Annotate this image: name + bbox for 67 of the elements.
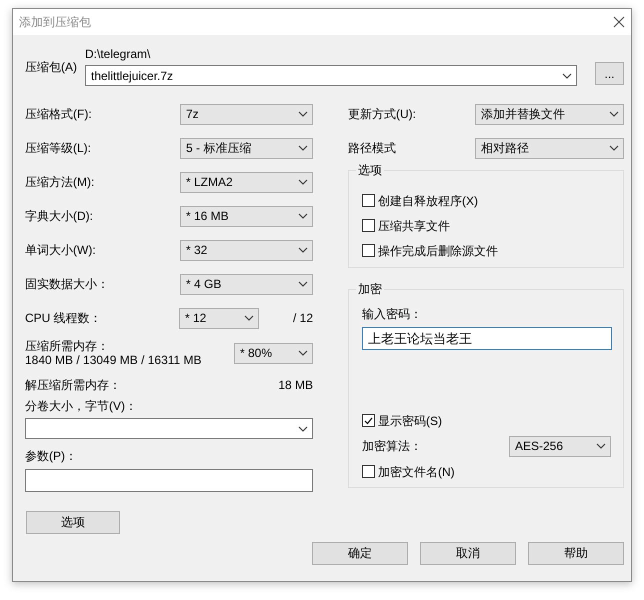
checkbox[interactable] bbox=[362, 194, 375, 207]
chevron-down-icon bbox=[298, 179, 308, 185]
thread-max-text: / 12 bbox=[292, 311, 313, 325]
checkbox-label: 压缩共享文件 bbox=[378, 218, 450, 232]
field-label: 固实数据大小： bbox=[25, 277, 109, 291]
dropdown[interactable]: * 12 bbox=[178, 308, 259, 328]
dialog-button[interactable]: 取消 bbox=[420, 542, 516, 565]
dropdown[interactable]: * LZMA2 bbox=[180, 172, 313, 192]
chevron-down-icon bbox=[298, 350, 308, 356]
volume-size-combo[interactable] bbox=[25, 418, 313, 439]
dropdown[interactable]: * 4 GB bbox=[180, 274, 313, 294]
field-label: 分卷大小，字节(V)： bbox=[25, 399, 138, 413]
dropdown[interactable]: 7z bbox=[180, 104, 313, 124]
checkbox-label: 创建自释放程序(X) bbox=[378, 194, 478, 208]
dropdown[interactable]: 添加并替换文件 bbox=[475, 104, 624, 124]
path-text: D:\telegram\ bbox=[85, 47, 152, 61]
checkbox[interactable] bbox=[362, 219, 375, 232]
chevron-down-icon bbox=[609, 111, 619, 117]
field-label: 字典大小(D): bbox=[25, 209, 93, 223]
field-label: 压缩所需内存： bbox=[25, 339, 110, 353]
chevron-down-icon bbox=[298, 281, 308, 287]
field-label: 输入密码： bbox=[362, 307, 423, 321]
options-button[interactable]: 选项 bbox=[26, 511, 120, 534]
checkbox[interactable] bbox=[362, 244, 375, 257]
browse-button[interactable]: ... bbox=[595, 62, 624, 85]
chevron-down-icon bbox=[244, 315, 254, 321]
group-title: 加密 bbox=[356, 282, 384, 296]
field-label: 单词大小(W): bbox=[25, 243, 96, 257]
dropdown[interactable]: * 80% bbox=[234, 342, 313, 364]
password-field[interactable]: 上老王论坛当老王 bbox=[362, 327, 612, 350]
parameters-field[interactable] bbox=[25, 469, 313, 492]
field-label: 参数(P)： bbox=[25, 449, 78, 463]
checkbox[interactable] bbox=[362, 465, 375, 478]
field-label: 解压缩所需内存： bbox=[25, 378, 121, 392]
checkbox[interactable] bbox=[362, 414, 375, 427]
chevron-down-icon bbox=[609, 145, 619, 151]
memory-usage-text: 1840 MB / 13049 MB / 16311 MB bbox=[25, 353, 202, 367]
field-label: CPU 线程数： bbox=[25, 311, 102, 325]
chevron-down-icon bbox=[298, 111, 308, 117]
chevron-down-icon bbox=[596, 443, 606, 449]
dropdown[interactable]: 5 - 标准压缩 bbox=[180, 138, 313, 158]
dropdown[interactable]: * 32 bbox=[180, 240, 313, 260]
memory-value-text: 18 MB bbox=[278, 378, 313, 392]
field-label: 加密算法： bbox=[362, 439, 422, 453]
chevron-down-icon bbox=[298, 426, 308, 432]
dialog-button[interactable]: 帮助 bbox=[528, 542, 624, 565]
checkbox-label: 操作完成后删除源文件 bbox=[378, 244, 498, 258]
window-title: 添加到压缩包 bbox=[19, 14, 91, 30]
archive-name-combo[interactable]: thelittlejuicer.7z bbox=[85, 65, 577, 86]
field-label: 压缩格式(F): bbox=[25, 107, 92, 121]
chevron-down-icon bbox=[562, 72, 572, 78]
field-label: 更新方式(U): bbox=[348, 107, 416, 121]
group-title: 选项 bbox=[356, 163, 384, 177]
chevron-down-icon bbox=[298, 145, 308, 151]
chevron-down-icon bbox=[298, 213, 308, 219]
dropdown[interactable]: 相对路径 bbox=[475, 138, 624, 158]
checkbox-label: 加密文件名(N) bbox=[378, 464, 455, 478]
field-label: 压缩等级(L): bbox=[25, 141, 91, 155]
dialog-button[interactable]: 确定 bbox=[312, 542, 408, 565]
checkbox-label: 显示密码(S) bbox=[378, 414, 442, 428]
field-label: 压缩方法(M): bbox=[25, 175, 94, 189]
chevron-down-icon bbox=[298, 247, 308, 253]
close-icon[interactable] bbox=[613, 16, 625, 28]
field-label: 路径模式 bbox=[348, 141, 396, 155]
dropdown[interactable]: * 16 MB bbox=[180, 206, 313, 226]
dropdown[interactable]: AES-256 bbox=[509, 436, 611, 456]
field-label: 压缩包(A) bbox=[25, 60, 77, 74]
